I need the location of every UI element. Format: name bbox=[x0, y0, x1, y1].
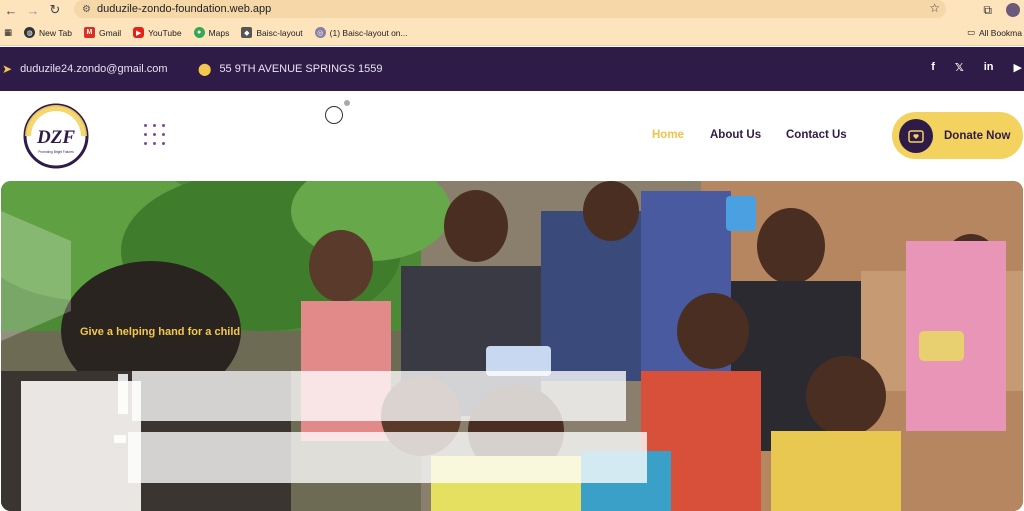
extensions-icon[interactable]: ⧉ bbox=[983, 3, 992, 18]
foundation-logo[interactable]: DZF Promoting Bright Futures bbox=[22, 103, 90, 169]
forward-icon[interactable]: → bbox=[22, 0, 44, 20]
bookmark-gmail[interactable]: M Gmail bbox=[83, 27, 121, 38]
reload-icon[interactable]: ↻ bbox=[44, 0, 66, 20]
url-text: duduzile-zondo-foundation.web.app bbox=[96, 3, 272, 15]
contact-topbar: ➤ duduzile24.zondo@gmail.com ⬤ 55 9TH AV… bbox=[0, 47, 1024, 91]
bookmark-baisc-layout[interactable]: ◆ Baisc-layout bbox=[241, 27, 303, 38]
bookmark-star-icon[interactable]: ☆ bbox=[929, 1, 940, 15]
linkedin-icon[interactable]: in bbox=[984, 61, 994, 74]
facebook-icon[interactable]: f bbox=[931, 61, 935, 74]
youtube-social-icon[interactable]: ▶ bbox=[1014, 61, 1022, 74]
all-bookmarks[interactable]: ▭ All Bookma bbox=[967, 27, 1022, 38]
custom-cursor-dot bbox=[344, 100, 350, 106]
bookmarks-bar: ▦ ◍ New Tab M Gmail ▶ YouTube ● Maps ◆ B… bbox=[0, 20, 1024, 46]
apps-icon[interactable]: ▦ bbox=[4, 27, 12, 38]
site-info-icon[interactable]: ⚙ bbox=[82, 4, 91, 15]
decorative-dots bbox=[144, 124, 168, 148]
hero-heading-bar bbox=[118, 374, 128, 414]
bookmark-baisc-layout-on[interactable]: ◎ (1) Baisc-layout on... bbox=[314, 27, 408, 38]
hero-banner: Give a helping hand for a child bbox=[1, 181, 1023, 511]
address-bar[interactable]: ⚙ duduzile-zondo-foundation.web.app ☆ bbox=[74, 0, 946, 18]
logo-tagline: Promoting Bright Futures bbox=[38, 150, 74, 154]
hero-subheading-placeholder bbox=[128, 432, 647, 483]
profile-icon[interactable] bbox=[1006, 3, 1020, 17]
paper-plane-icon: ➤ bbox=[2, 62, 13, 76]
maps-icon: ● bbox=[193, 27, 205, 38]
gmail-icon: M bbox=[83, 27, 95, 38]
donate-button[interactable]: Donate Now bbox=[892, 112, 1023, 159]
logo-text: DZF bbox=[36, 127, 75, 148]
youtube-icon: ▶ bbox=[133, 27, 145, 38]
contact-email[interactable]: ➤ duduzile24.zondo@gmail.com bbox=[2, 62, 168, 76]
nav-contact-us[interactable]: Contact Us bbox=[786, 129, 847, 141]
hero-heading-placeholder bbox=[132, 371, 626, 421]
back-icon[interactable]: ← bbox=[0, 0, 22, 20]
location-pin-icon: ⬤ bbox=[198, 62, 212, 76]
contact-address: ⬤ 55 9TH AVENUE SPRINGS 1559 bbox=[198, 62, 383, 76]
twitter-icon[interactable]: 𝕏 bbox=[955, 61, 964, 74]
bookmark-icon: ◎ bbox=[314, 27, 326, 38]
custom-cursor-ring bbox=[325, 106, 343, 124]
social-links: f 𝕏 in ▶ bbox=[931, 61, 1022, 74]
donate-label: Donate Now bbox=[944, 129, 1011, 142]
nav-home[interactable]: Home bbox=[652, 129, 684, 141]
nav-about-us[interactable]: About Us bbox=[710, 129, 761, 141]
hero-subheading-bar bbox=[114, 435, 126, 443]
figma-icon: ◆ bbox=[241, 27, 253, 38]
browser-toolbar: ← → ↻ ⚙ duduzile-zondo-foundation.web.ap… bbox=[0, 0, 1024, 20]
donate-icon bbox=[899, 118, 933, 153]
folder-icon: ▭ bbox=[966, 27, 975, 37]
bookmark-youtube[interactable]: ▶ YouTube bbox=[133, 27, 182, 38]
globe-icon: ◍ bbox=[24, 27, 36, 38]
bookmark-maps[interactable]: ● Maps bbox=[193, 27, 229, 38]
hero-tagline: Give a helping hand for a child bbox=[80, 326, 241, 338]
bookmark-new-tab[interactable]: ◍ New Tab bbox=[24, 27, 72, 38]
